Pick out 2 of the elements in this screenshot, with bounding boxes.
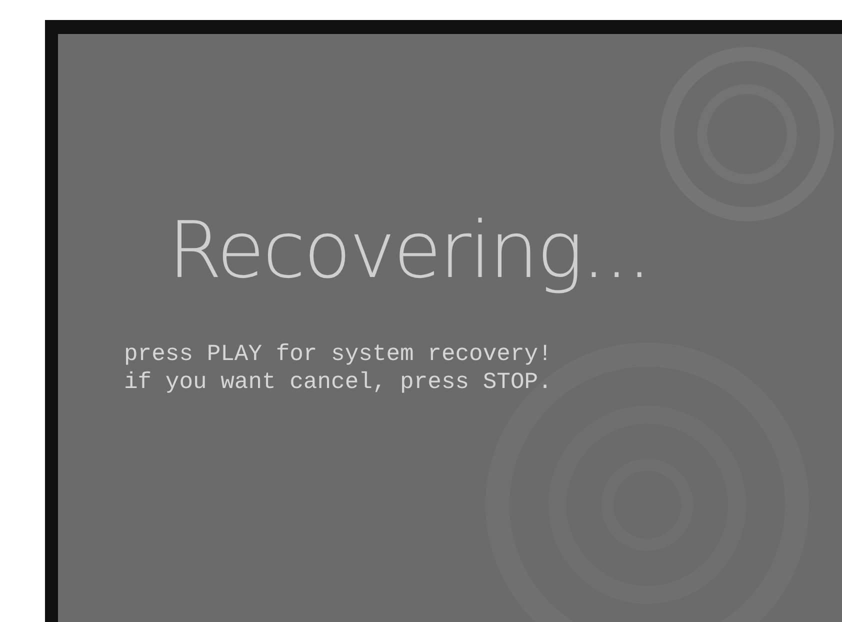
instruction-text: press PLAY for system recovery! if you want cancel, press STOP. — [124, 340, 552, 396]
screen-title: Recovering... — [168, 209, 650, 295]
